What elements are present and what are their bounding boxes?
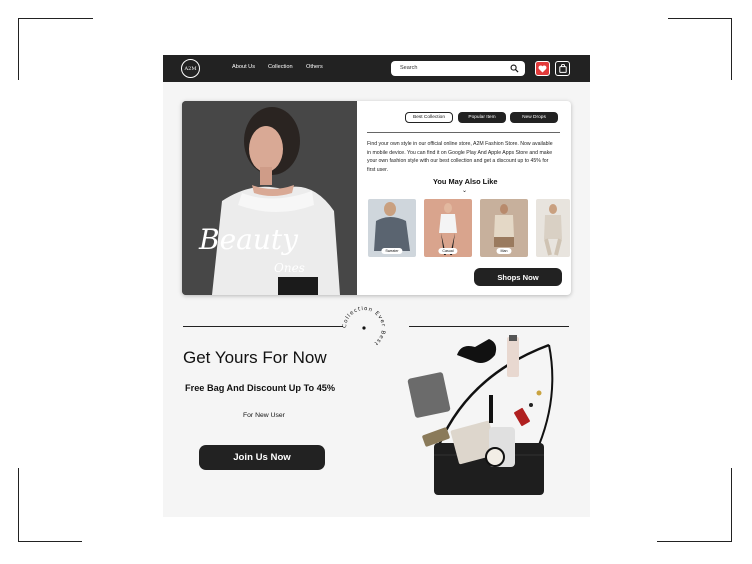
section-divider-left [183,326,343,327]
cart-button[interactable] [555,61,570,76]
logo-text: A2M [184,65,197,72]
join-us-button[interactable]: Join Us Now [199,445,325,470]
hero-divider [367,132,560,133]
frame-corner-bottom-right [657,468,732,542]
nav-link-others[interactable]: Others [306,64,323,70]
chevron-down-icon[interactable]: ⌄ [462,187,467,194]
shop-now-button[interactable]: Shops Now [474,268,562,286]
hero-script-title: Beauty [199,223,298,256]
product-label: Casual [438,248,458,254]
bag-accessories-illustration [407,335,554,495]
collection-badge: Collection Ever Best [342,306,386,347]
product-label: Sweater [381,248,403,254]
hero-script-subtitle: Ones [274,261,305,275]
nav-link-collection[interactable]: Collection [268,64,293,70]
product-card-man[interactable]: Man [480,199,528,257]
search-placeholder: Search [400,65,418,71]
section-divider-right [409,326,569,327]
tab-popular-item[interactable]: Popular Item [458,112,506,123]
hero-card: Beauty Ones Best Collection Popular Item… [182,101,571,295]
frame-corner-bottom-left [18,468,82,542]
frame-corner-top-right [668,18,732,80]
nav-link-about-us[interactable]: About Us [232,64,255,70]
product-card-sweater[interactable]: Sweater [368,199,416,257]
search-input[interactable]: Search [391,61,525,76]
svg-text:Collection Ever Best: Collection Ever Best [342,306,386,347]
tab-best-collection[interactable]: Best Collection [405,112,453,123]
shopping-bag-icon [558,64,567,73]
frame-corner-top-left [18,18,93,80]
product-image [536,199,570,257]
store-description: Find your own style in our official onli… [367,141,553,173]
promo-note: For New User [243,412,285,419]
model-illustration [182,101,357,295]
promo-subheadline: Free Bag And Discount Up To 45% [185,383,336,393]
also-like-heading: You May Also Like [433,177,498,186]
promo-headline: Get Yours For Now [183,348,327,367]
badge-text: Collection Ever Best [342,306,385,347]
favorites-button[interactable] [535,61,550,76]
product-card-casual[interactable]: Casual [424,199,472,257]
top-navbar: A2M About Us Collection Others Search [163,55,590,82]
heart-icon [538,65,547,73]
search-icon[interactable] [510,64,519,73]
hero-model-photo: Beauty Ones [182,101,357,295]
product-label: Man [496,248,512,254]
web-page: A2M About Us Collection Others Search Be… [163,55,590,517]
tab-new-drops[interactable]: New Drops [510,112,558,123]
product-card-partial[interactable] [536,199,570,257]
brand-logo[interactable]: A2M [181,59,200,78]
